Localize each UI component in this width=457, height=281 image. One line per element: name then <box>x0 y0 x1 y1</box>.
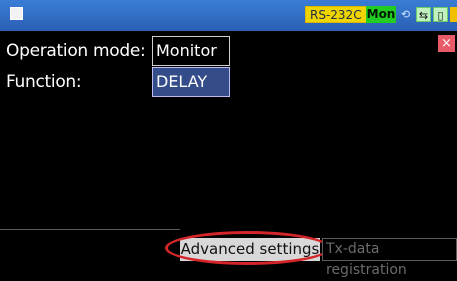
port-badge: RS-232C <box>305 6 367 23</box>
function-label: Function: <box>6 72 82 92</box>
bottom-divider <box>0 229 180 230</box>
function-field[interactable]: DELAY <box>152 67 230 97</box>
mode-badge: Mon <box>366 6 396 23</box>
window-square-icon <box>10 7 23 20</box>
operation-mode-label: Operation mode: <box>6 41 146 61</box>
green-save-icon: ▯ <box>433 7 448 22</box>
battery-icon <box>450 7 457 22</box>
advanced-settings-tab[interactable]: Advanced settings <box>180 238 320 261</box>
green-link-icon: ⇆ <box>416 7 431 22</box>
usb-icon: ⟲ <box>400 8 411 21</box>
operation-mode-field[interactable]: Monitor <box>152 36 230 66</box>
tx-data-registration-tab[interactable]: Tx-data registration <box>322 238 457 278</box>
status-bar: RS-232C Mon ⟲ ⇆ ▯ <box>0 0 457 31</box>
close-button[interactable]: × <box>438 35 455 52</box>
